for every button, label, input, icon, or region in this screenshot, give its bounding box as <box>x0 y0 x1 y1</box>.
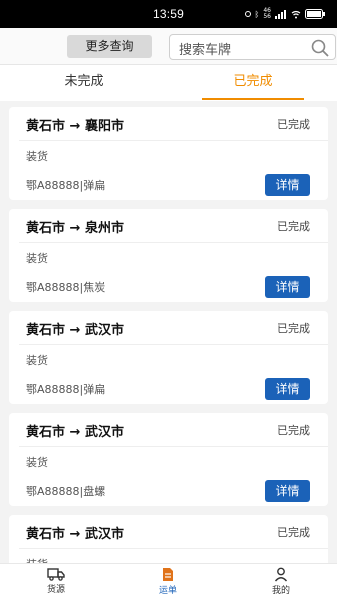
route-label: 黄石市 → 泉州市 <box>26 221 124 236</box>
detail-button[interactable]: 详情 <box>265 378 310 400</box>
cell-signal-icon <box>275 9 286 19</box>
signal-indicator-icon <box>244 11 251 17</box>
order-type: 装货 <box>26 252 48 265</box>
plate-cargo: 鄂A88888|盘螺 <box>26 485 106 498</box>
person-icon <box>274 567 288 582</box>
order-card[interactable]: 黄石市 → 武汉市 已完成 装货 鄂A88888|盘螺 详情 <box>9 413 328 506</box>
route-label: 黄石市 → 襄阳市 <box>26 119 124 134</box>
route-label: 黄石市 → 武汉市 <box>26 425 124 440</box>
more-query-button[interactable]: 更多查询 <box>67 35 152 58</box>
nav-label: 我的 <box>271 586 290 596</box>
detail-button[interactable]: 详情 <box>265 174 310 196</box>
nav-item-mine[interactable]: 我的 <box>251 567 311 596</box>
search-placeholder: 搜索车牌 <box>179 43 232 58</box>
order-status: 已完成 <box>277 322 310 335</box>
status-icons: ᛒ 46 56 <box>244 7 325 20</box>
plate-cargo: 鄂A88888|弹扁 <box>26 179 106 192</box>
wifi-icon <box>291 10 301 18</box>
order-type: 装货 <box>26 354 48 367</box>
bottom-nav: 货源 运单 我的 <box>0 563 337 600</box>
plate-cargo: 鄂A88888|焦炭 <box>26 281 106 294</box>
tab-complete[interactable]: 已完成 <box>202 65 304 101</box>
order-type: 装货 <box>26 456 48 469</box>
nav-item-cargo[interactable]: 货源 <box>26 567 86 595</box>
nav-label: 货源 <box>46 585 65 595</box>
bluetooth-icon: ᛒ <box>254 9 260 19</box>
tab-incomplete[interactable]: 未完成 <box>0 65 168 101</box>
status-bar: 13:59 ᛒ 46 56 <box>0 0 337 28</box>
network-speed-icon: 46 56 <box>263 7 271 20</box>
search-icon[interactable] <box>311 39 329 57</box>
divider <box>19 548 328 549</box>
order-status: 已完成 <box>277 220 310 233</box>
order-list[interactable]: 黄石市 → 襄阳市 已完成 装货 鄂A88888|弹扁 详情 黄石市 → 泉州市… <box>0 101 337 563</box>
order-status: 已完成 <box>277 118 310 131</box>
order-card[interactable]: 黄石市 → 襄阳市 已完成 装货 鄂A88888|弹扁 详情 <box>9 107 328 200</box>
divider <box>19 140 328 141</box>
divider <box>19 446 328 447</box>
plate-cargo: 鄂A88888|弹扁 <box>26 383 106 396</box>
tab-underline <box>202 98 304 100</box>
document-icon <box>163 568 173 581</box>
order-status: 已完成 <box>277 526 310 539</box>
detail-button[interactable]: 详情 <box>265 276 310 298</box>
nav-item-waybill[interactable]: 运单 <box>138 567 198 596</box>
search-input[interactable]: 搜索车牌 <box>169 34 336 60</box>
route-label: 黄石市 → 武汉市 <box>26 527 124 542</box>
route-label: 黄石市 → 武汉市 <box>26 323 124 338</box>
order-status: 已完成 <box>277 424 310 437</box>
order-card[interactable]: 黄石市 → 武汉市 已完成 装货 <box>9 515 328 563</box>
truck-icon <box>47 568 65 581</box>
divider <box>19 344 328 345</box>
order-type: 装货 <box>26 150 48 163</box>
detail-button[interactable]: 详情 <box>265 480 310 502</box>
order-card[interactable]: 黄石市 → 泉州市 已完成 装货 鄂A88888|焦炭 详情 <box>9 209 328 302</box>
order-card[interactable]: 黄石市 → 武汉市 已完成 装货 鄂A88888|弹扁 详情 <box>9 311 328 404</box>
order-type: 装货 <box>26 556 48 563</box>
tab-complete-label: 已完成 <box>233 74 273 89</box>
status-tabs: 未完成 已完成 <box>0 65 337 101</box>
battery-icon <box>305 9 325 19</box>
divider <box>19 242 328 243</box>
nav-label: 运单 <box>158 586 177 596</box>
search-bar: 更多查询 搜索车牌 <box>0 28 337 65</box>
